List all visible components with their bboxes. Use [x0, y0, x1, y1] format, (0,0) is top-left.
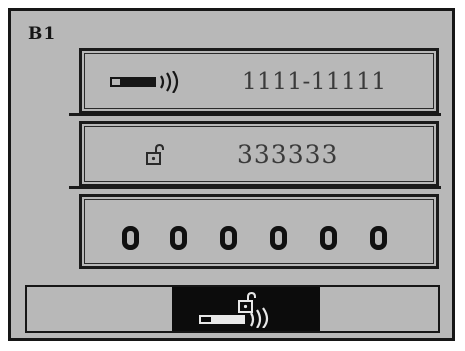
screen-id-label: B1 [28, 24, 57, 44]
code-digit [122, 226, 139, 250]
code-field[interactable] [79, 194, 439, 269]
softkey-center[interactable] [172, 287, 320, 331]
network-id-field[interactable]: 1111-11111 [79, 48, 439, 114]
code-digit [220, 226, 237, 250]
softkey-left[interactable] [27, 287, 172, 331]
pin-value: 333333 [237, 140, 339, 169]
code-digit [320, 226, 337, 250]
divider [69, 186, 441, 189]
code-digit [370, 226, 387, 250]
signal-key-icon [110, 70, 182, 97]
unlock-icon [145, 143, 165, 170]
unlock-signal-icon [199, 291, 295, 332]
code-digit [270, 226, 287, 250]
network-id-value: 1111-11111 [242, 69, 387, 95]
divider [69, 113, 441, 116]
pin-field[interactable]: 333333 [79, 121, 439, 187]
code-digit [170, 226, 187, 250]
softkey-right[interactable] [320, 287, 438, 331]
softkey-bar [25, 285, 440, 333]
device-display: B1 1111-11111 333333 [8, 8, 455, 341]
